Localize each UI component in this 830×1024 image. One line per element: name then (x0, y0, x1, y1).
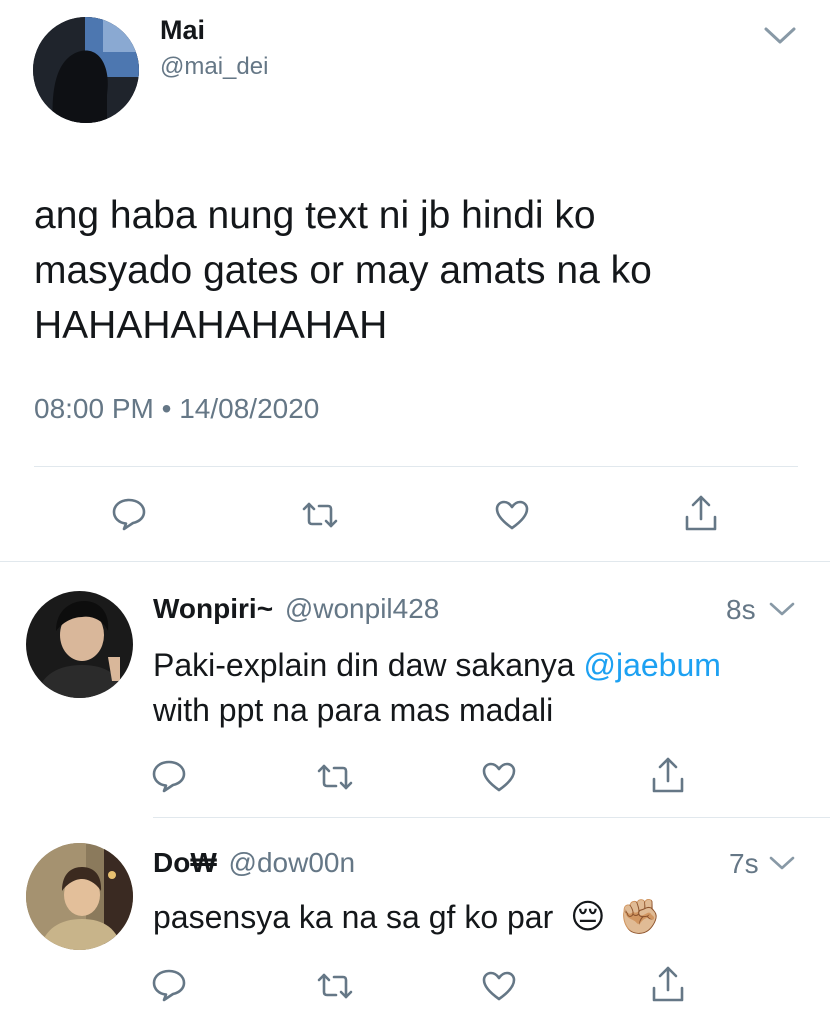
tweet-text-segment: Paki-explain din daw sakanya (153, 647, 584, 683)
tweet-age[interactable]: 8s (726, 594, 756, 626)
chevron-down-icon[interactable] (763, 25, 797, 47)
tweet-text: pasensya ka na sa gf ko par 😔 ✊🏼 (153, 895, 661, 940)
retweet-icon[interactable] (315, 762, 355, 792)
tweet-text-line: with ppt na para mas madali (153, 692, 554, 728)
chevron-down-icon[interactable] (768, 854, 796, 872)
tweet-text-line: HAHAHAHAHAHAH (34, 304, 388, 347)
tweet-text-line: masyado gates or may amats na ko (34, 249, 652, 292)
author-name[interactable]: Wonpiri~ (153, 593, 273, 624)
speech-bubble-icon[interactable] (151, 759, 187, 793)
author-name[interactable]: Do₩ (153, 847, 217, 878)
timestamp-separator: • (161, 393, 172, 424)
share-icon[interactable] (683, 493, 719, 533)
author-name[interactable]: Mai (160, 15, 205, 46)
tweet-text-line: pasensya ka na sa gf ko par (153, 899, 554, 935)
speech-bubble-icon[interactable] (111, 497, 147, 531)
tweet-text-line: Paki-explain din daw sakanya @jaebum (153, 643, 721, 688)
heart-icon[interactable] (494, 499, 530, 531)
share-icon[interactable] (650, 755, 686, 795)
pensive-face-emoji: 😔 (570, 898, 606, 936)
heart-icon[interactable] (481, 761, 517, 793)
mention-link[interactable]: @jaebum (583, 647, 720, 683)
retweet-icon[interactable] (315, 971, 355, 1001)
author-handle[interactable]: @wonpil428 (285, 593, 440, 624)
tweet-age[interactable]: 7s (729, 848, 759, 880)
tweet-time: 08:00 PM (34, 393, 154, 424)
tweet-date: 14/08/2020 (179, 393, 320, 424)
avatar[interactable] (26, 843, 133, 950)
avatar[interactable] (26, 591, 133, 698)
retweet-icon[interactable] (300, 500, 340, 530)
tweet-text: ang haba nung text ni jb hindi ko masyad… (34, 188, 652, 353)
chevron-down-icon[interactable] (768, 600, 796, 618)
divider (34, 466, 798, 467)
heart-icon[interactable] (481, 970, 517, 1002)
avatar[interactable] (33, 17, 139, 123)
speech-bubble-icon[interactable] (151, 968, 187, 1002)
tweet-timestamp[interactable]: 08:00 PM • 14/08/2020 (34, 393, 319, 425)
reply-header: Do₩ @dow00n (153, 847, 355, 879)
share-icon[interactable] (650, 964, 686, 1004)
author-handle[interactable]: @mai_dei (160, 53, 268, 81)
tweet-text: Paki-explain din daw sakanya @jaebum wit… (153, 643, 721, 733)
divider (153, 817, 830, 818)
tweet-text-line: ang haba nung text ni jb hindi ko (34, 194, 596, 237)
author-handle[interactable]: @dow00n (229, 847, 356, 878)
reply-header: Wonpiri~ @wonpil428 (153, 593, 439, 625)
divider (0, 561, 830, 562)
raised-fist-emoji: ✊🏼 (618, 898, 661, 936)
